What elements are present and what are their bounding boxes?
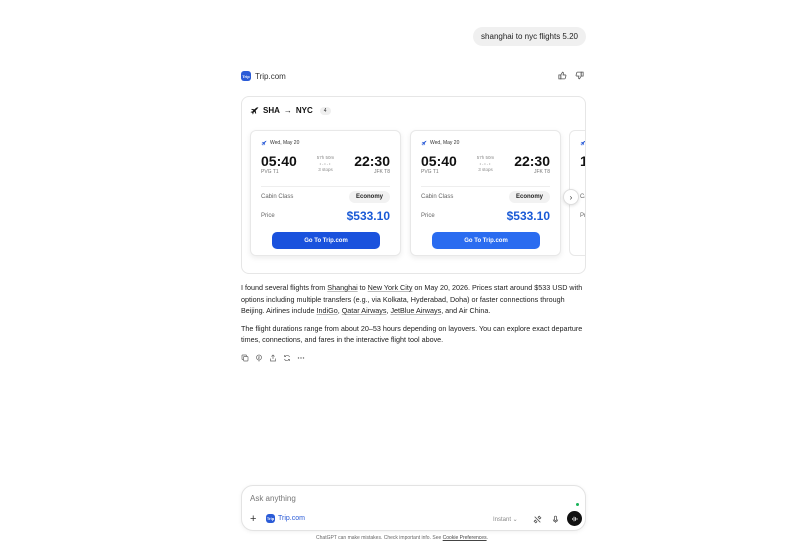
departure-airport: PVG T1: [421, 169, 439, 175]
link-jetblue-airways[interactable]: JetBlue Airways: [390, 306, 441, 315]
active-tool-chip[interactable]: Trip Trip.com: [266, 514, 305, 523]
cabin-class-value: Economy: [348, 191, 390, 203]
flight-date: Wed, May 20: [421, 140, 459, 146]
departure-time: 1: [580, 153, 585, 169]
link-shanghai[interactable]: Shanghai: [327, 283, 357, 292]
price-label: Pr: [580, 213, 586, 219]
status-dot: [576, 503, 579, 506]
go-to-trip-button[interactable]: Go To Trip.com: [272, 232, 380, 249]
price-label: Price: [421, 213, 435, 219]
voice-read-icon[interactable]: [255, 354, 263, 362]
airplane-icon: [250, 107, 259, 115]
model-selector[interactable]: Instant ⌄: [493, 516, 518, 523]
result-count-badge: 4: [319, 106, 331, 115]
cabin-class-value: Economy: [508, 191, 550, 203]
flight-date: [580, 140, 585, 146]
link-indigo[interactable]: IndiGo: [317, 306, 338, 315]
arrival-airport: JFK T8: [373, 169, 390, 175]
price-value: $533.10: [346, 209, 390, 223]
answer-paragraph-1: I found several flights from Shanghai to…: [241, 283, 583, 315]
origin-code: SHA: [263, 106, 280, 115]
destination-code: NYC: [295, 106, 313, 115]
departure-airport: PVG T1: [261, 169, 279, 175]
thumbs-up-icon[interactable]: [558, 71, 567, 80]
answer-paragraph-2: The flight durations range from about 20…: [241, 323, 583, 345]
link-qatar-airways[interactable]: Qatar Airways: [342, 306, 387, 315]
regenerate-icon[interactable]: [283, 354, 291, 362]
voice-mode-button[interactable]: [567, 511, 582, 526]
plane-icon: [261, 140, 267, 146]
trip-logo-icon: Trip: [241, 71, 251, 81]
date-text: Wed, May 20: [270, 140, 300, 146]
chat-input[interactable]: [250, 492, 550, 504]
departure-time: 05:40: [261, 153, 297, 169]
plus-icon[interactable]: +: [250, 513, 260, 525]
next-card-button[interactable]: ›: [563, 189, 579, 205]
flight-card[interactable]: Wed, May 20 05:40 PVG T1 57h 50m •-•-• 3…: [410, 130, 561, 256]
arrival-time: 22:30: [514, 153, 550, 169]
cookie-preferences-link[interactable]: Cookie Preferences: [443, 535, 487, 541]
go-to-trip-button[interactable]: Go To Trip.com: [432, 232, 540, 249]
stops-text: 3 stops: [318, 167, 333, 172]
flight-date: Wed, May 20: [261, 140, 299, 146]
flight-times: 05:40 PVG T1 57h 50m •-•-• 3 stops 22:30…: [261, 153, 390, 177]
price-label: Price: [261, 213, 275, 219]
flight-card[interactable]: Wed, May 20 05:40 PVG T1 57h 50m •-•-• 3…: [250, 130, 401, 256]
route-arrow: →: [283, 106, 292, 115]
message-composer: + Trip Trip.com Instant ⌄: [241, 485, 586, 531]
app-header: Trip Trip.com: [241, 71, 286, 81]
plane-icon: [421, 140, 427, 146]
cabin-class-label: Cabin Class: [261, 194, 294, 200]
waveform-icon: [571, 516, 577, 521]
tool-name: Trip.com: [278, 515, 305, 522]
chevron-right-icon: ›: [569, 192, 573, 202]
trip-logo-icon: Trip: [266, 514, 275, 523]
cabin-class-label: Cabin Class: [421, 194, 454, 200]
user-message-bubble: shanghai to nyc flights 5.20: [473, 27, 586, 46]
tools-icon[interactable]: [532, 514, 542, 524]
share-icon[interactable]: [269, 354, 277, 362]
disclaimer: ChatGPT can make mistakes. Check importa…: [316, 535, 488, 541]
microphone-icon[interactable]: [550, 514, 560, 524]
flight-duration: 57h 50m •-•-• 3 stops: [466, 155, 506, 173]
flight-times: 05:40 PVG T1 57h 50m •-•-• 3 stops 22:30…: [421, 153, 550, 177]
plane-icon: [580, 140, 585, 146]
cabin-class-label: Ca: [580, 194, 585, 200]
flight-widget: SHA → NYC 4 Wed, May 20 05:40 PVG T1 57h…: [241, 96, 586, 274]
date-text: Wed, May 20: [430, 140, 460, 146]
flight-duration: 57h 50m •-•-• 3 stops: [306, 155, 346, 173]
flight-times: 1: [580, 153, 585, 177]
price-value: $533.10: [506, 209, 550, 223]
card-divider: [421, 186, 550, 187]
feedback-buttons: [558, 71, 584, 80]
copy-icon[interactable]: [241, 354, 249, 362]
departure-time: 05:40: [421, 153, 457, 169]
duration-text: 57h 50m: [476, 155, 495, 160]
message-actions: [241, 354, 305, 362]
assistant-answer: I found several flights from Shanghai to…: [241, 282, 586, 352]
card-divider: [261, 186, 390, 187]
stops-text: 3 stops: [478, 167, 493, 172]
route-header: SHA → NYC 4: [250, 106, 331, 115]
arrival-airport: JFK T8: [533, 169, 550, 175]
thumbs-down-icon[interactable]: [575, 71, 584, 80]
arrival-time: 22:30: [354, 153, 390, 169]
app-name[interactable]: Trip.com: [255, 72, 286, 81]
duration-text: 57h 50m: [316, 155, 335, 160]
more-options-icon[interactable]: [297, 354, 305, 362]
link-new-york-city[interactable]: New York City: [368, 283, 413, 292]
